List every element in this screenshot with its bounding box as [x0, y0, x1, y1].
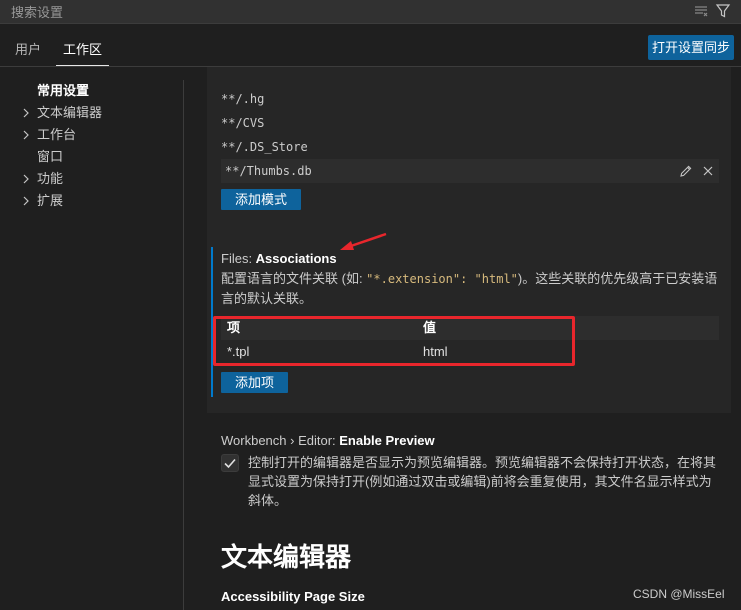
settings-sync-button[interactable]: 打开设置同步 — [648, 35, 734, 60]
chevron-right-icon — [23, 174, 29, 184]
toc-divider — [183, 80, 184, 610]
desc-text: )。这些关联的优先级高于已安装语 — [517, 271, 718, 286]
desc-text: 显式设置为保持打开(例如通过双击或编辑)前将会重复使用，其文件名显示样式为 — [248, 474, 712, 489]
associations-description: 配置语言的文件关联 (如: "*.extension": "html")。这些关… — [221, 269, 726, 308]
accessibility-page-size-title: Accessibility Page Size — [221, 589, 365, 604]
toc-item-features[interactable]: 功能 — [0, 168, 183, 190]
search-input[interactable]: 搜索设置 — [0, 0, 741, 24]
settings-toc: 常用设置 文本编辑器 工作台 窗口 功能 扩展 — [0, 80, 183, 212]
check-icon — [224, 458, 236, 469]
toc-item-window[interactable]: 窗口 — [0, 146, 183, 168]
desc-text: 言的默认关联。 — [221, 291, 313, 306]
toc-item-label: 工作台 — [37, 127, 77, 142]
associations-title: Files: Associations — [221, 251, 337, 266]
enable-preview-title: Workbench › Editor: Enable Preview — [221, 433, 435, 448]
exclude-pattern: **/Thumbs.db — [225, 164, 312, 178]
section-heading: 文本编辑器 — [221, 542, 352, 572]
exclude-pattern-row[interactable]: **/Thumbs.db — [221, 159, 719, 183]
exclude-pattern[interactable]: **/.DS_Store — [221, 136, 308, 158]
toc-item-workbench[interactable]: 工作台 — [0, 124, 183, 146]
toc-item-label: 扩展 — [37, 193, 64, 208]
title-key: Accessibility Page Size — [221, 589, 365, 604]
desc-text: 控制打开的编辑器是否显示为预览编辑器。预览编辑器不会保持打开状态，在将其 — [248, 455, 717, 470]
clear-filter-icon[interactable] — [693, 3, 709, 19]
exclude-pattern[interactable]: **/CVS — [221, 112, 264, 134]
settings-scope-tabs: 用户 工作区 — [0, 34, 110, 66]
title-prefix: Files: — [221, 251, 256, 266]
highlight-box — [213, 316, 575, 366]
toc-item-extensions[interactable]: 扩展 — [0, 190, 183, 212]
add-pattern-button[interactable]: 添加模式 — [221, 189, 302, 210]
tab-workspace[interactable]: 工作区 — [56, 34, 110, 66]
toc-item-text-editor[interactable]: 文本编辑器 — [0, 102, 183, 124]
title-key: Associations — [255, 251, 337, 266]
exclude-pattern[interactable]: **/.hg — [221, 88, 264, 110]
desc-code: "*.extension": "html" — [366, 272, 518, 286]
watermark: CSDN @MissEel — [633, 587, 725, 601]
tab-user[interactable]: 用户 — [8, 34, 48, 66]
add-item-button[interactable]: 添加项 — [221, 372, 289, 393]
arrow-icon — [340, 232, 387, 250]
toc-item-label: 文本编辑器 — [37, 105, 103, 120]
enable-preview-checkbox[interactable] — [221, 454, 239, 472]
desc-text: 斜体。 — [248, 493, 288, 508]
enable-preview-description: 控制打开的编辑器是否显示为预览编辑器。预览编辑器不会保持打开状态，在将其 显式设… — [248, 453, 738, 510]
toc-item-label: 功能 — [37, 171, 64, 186]
remove-icon[interactable] — [701, 164, 715, 178]
desc-text: 配置语言的文件关联 (如: — [221, 271, 367, 286]
filter-icon[interactable] — [715, 3, 731, 19]
toc-item-label: 窗口 — [37, 149, 64, 164]
title-prefix: Workbench › Editor: — [221, 433, 340, 448]
chevron-right-icon — [23, 108, 29, 118]
search-placeholder: 搜索设置 — [11, 5, 64, 20]
toc-item-common[interactable]: 常用设置 — [0, 80, 183, 102]
title-key: Enable Preview — [339, 433, 435, 448]
toc-item-label: 常用设置 — [37, 83, 90, 98]
edit-icon[interactable] — [679, 164, 693, 178]
chevron-right-icon — [23, 130, 29, 140]
chevron-right-icon — [23, 196, 29, 206]
